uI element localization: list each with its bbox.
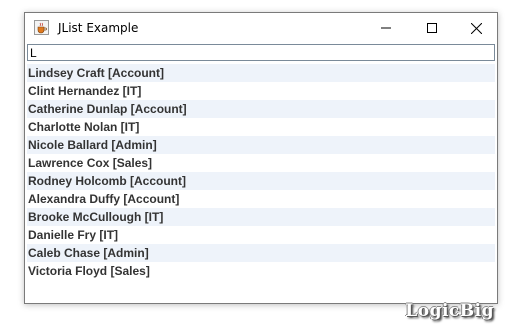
list-item[interactable]: Catherine Dunlap [Account]	[27, 100, 495, 118]
minimize-icon	[381, 27, 391, 29]
close-button[interactable]	[453, 13, 497, 43]
java-cup-icon	[34, 20, 49, 35]
name-list[interactable]: Lindsey Craft [Account] Clint Hernandez […	[27, 64, 495, 280]
list-item[interactable]: Lindsey Craft [Account]	[27, 64, 495, 82]
close-icon	[470, 22, 482, 34]
list-item[interactable]: Charlotte Nolan [IT]	[27, 118, 495, 136]
maximize-icon	[427, 23, 437, 33]
list-item[interactable]: Caleb Chase [Admin]	[27, 244, 495, 262]
list-item[interactable]: Lawrence Cox [Sales]	[27, 154, 495, 172]
list-item[interactable]: Clint Hernandez [IT]	[27, 82, 495, 100]
list-item[interactable]: Nicole Ballard [Admin]	[27, 136, 495, 154]
window-title: JList Example	[58, 21, 139, 35]
list-item[interactable]: Danielle Fry [IT]	[27, 226, 495, 244]
minimize-button[interactable]	[363, 13, 409, 43]
logicbig-watermark: LogicBig	[405, 301, 494, 321]
list-item[interactable]: Victoria Floyd [Sales]	[27, 262, 495, 280]
list-item[interactable]: Brooke McCullough [IT]	[27, 208, 495, 226]
title-bar[interactable]: JList Example	[25, 13, 497, 43]
list-item[interactable]: Alexandra Duffy [Account]	[27, 190, 495, 208]
maximize-button[interactable]	[409, 13, 455, 43]
list-item[interactable]: Rodney Holcomb [Account]	[27, 172, 495, 190]
filter-input[interactable]	[27, 44, 495, 61]
app-window: JList Example Lindsey Craft [Account]Cli…	[24, 12, 498, 304]
